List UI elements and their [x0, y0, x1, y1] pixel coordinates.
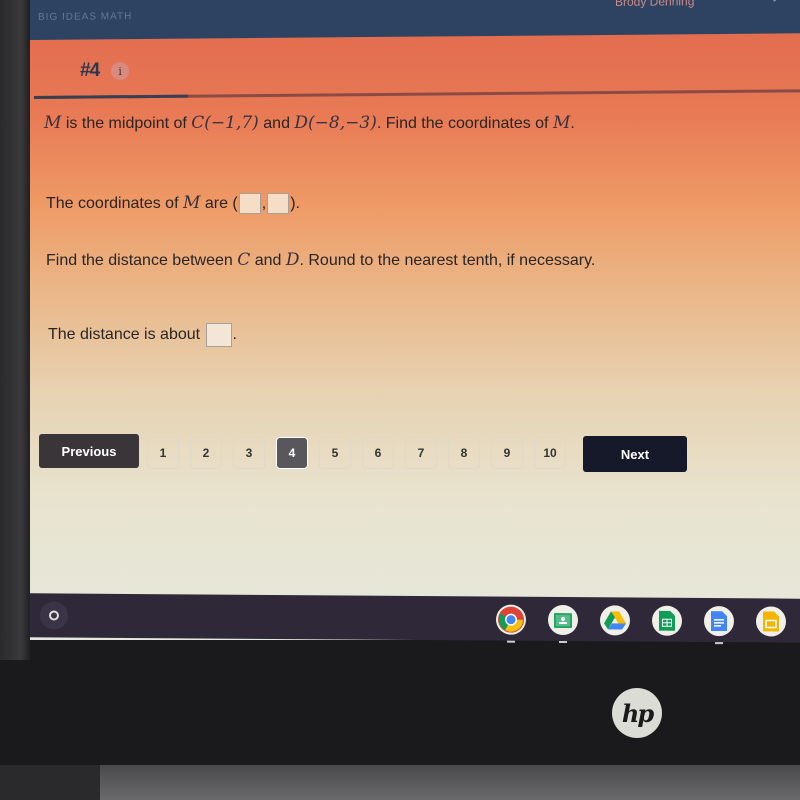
math-point-d: D(−8,−3) [294, 113, 377, 133]
running-indicator [715, 642, 723, 645]
comma-text: , [261, 195, 267, 212]
chromeos-shelf [30, 593, 800, 645]
next-button[interactable]: Next [583, 436, 687, 472]
page-button-10[interactable]: 10 [534, 437, 566, 469]
page-button-2[interactable]: 2 [190, 437, 222, 469]
progress-bar-fill [33, 94, 189, 99]
progress-bar [33, 89, 800, 99]
laptop-base-shadow [0, 765, 100, 800]
page-button-4[interactable]: 4 [276, 437, 308, 469]
running-indicator [559, 641, 567, 644]
question-prompt-midpoint: M is the midpoint of C(−1,7) and D(−8,−3… [44, 113, 575, 133]
page-button-7[interactable]: 7 [405, 437, 437, 469]
midpoint-x-input[interactable] [238, 193, 261, 215]
page-button-5[interactable]: 5 [319, 437, 351, 469]
question-number: #4 [80, 60, 100, 81]
math-var-d: D [285, 250, 300, 270]
page-button-1[interactable]: 1 [147, 437, 179, 469]
chevron-down-icon[interactable]: ⌄ [770, 0, 779, 5]
classroom-app-button[interactable] [548, 604, 578, 644]
midpoint-y-input[interactable] [267, 193, 290, 215]
math-var-m: M [182, 193, 201, 213]
user-menu[interactable]: Brody Denning [615, 0, 694, 9]
launcher-circle-icon [49, 610, 59, 621]
answer-text: The coordinates of [46, 195, 183, 212]
answer-midpoint-row: The coordinates of M are (,). [46, 193, 300, 215]
prompt-text: is the midpoint of [61, 115, 192, 132]
prompt-text: and [258, 115, 295, 132]
page-number-list: 1 2 3 4 5 6 7 8 9 10 [147, 437, 577, 469]
chrome-icon [498, 606, 524, 633]
math-var-m: M [552, 113, 571, 133]
math-var-c: C [237, 250, 251, 270]
question-header: #4 i [80, 60, 130, 82]
page-button-9[interactable]: 9 [491, 437, 523, 469]
prompt-text: . [570, 115, 575, 132]
info-icon[interactable]: i [111, 62, 130, 80]
google-drive-icon [604, 611, 626, 630]
hp-logo: hp [612, 688, 662, 738]
question-prompt-distance: Find the distance between C and D. Round… [46, 250, 595, 270]
laptop-base [0, 765, 800, 800]
prompt-text: Find the distance between [46, 252, 238, 269]
app-header: BIG IDEAS MATH Brody Denning ⌄ [30, 0, 800, 40]
answer-text: The distance is about [48, 326, 205, 344]
page-button-8[interactable]: 8 [448, 437, 480, 469]
math-point-c: C(−1,7) [191, 113, 259, 133]
page-button-6[interactable]: 6 [362, 437, 394, 469]
chrome-app-button[interactable] [496, 604, 526, 643]
google-slides-icon [763, 611, 779, 632]
answer-text: are ( [200, 195, 238, 212]
previous-button[interactable]: Previous [39, 434, 139, 468]
answer-text: ). [290, 195, 300, 212]
page-button-3[interactable]: 3 [233, 437, 265, 469]
drive-app-button[interactable] [600, 605, 630, 636]
screen: BIG IDEAS MATH Brody Denning ⌄ #4 i M is… [30, 0, 800, 640]
docs-app-button[interactable] [704, 606, 734, 645]
slides-app-button[interactable] [756, 606, 786, 637]
google-docs-icon [711, 611, 727, 632]
launcher-button[interactable] [40, 601, 68, 630]
running-indicator [507, 640, 515, 643]
prompt-text: . Find the coordinates of [376, 115, 553, 132]
answer-text: . [232, 326, 237, 344]
distance-input[interactable] [205, 323, 232, 347]
prompt-text: . Round to the nearest tenth, if necessa… [299, 252, 596, 269]
answer-distance-row: The distance is about . [48, 323, 237, 347]
sheets-app-button[interactable] [652, 605, 682, 636]
google-sheets-icon [659, 610, 675, 631]
math-var-m: M [44, 113, 62, 133]
prompt-text: and [250, 252, 286, 269]
brand-logo-text: BIG IDEAS MATH [38, 11, 133, 23]
question-pager: Previous 1 2 3 4 5 6 7 8 9 10 Next [39, 430, 687, 472]
bezel-left-edge [0, 0, 30, 660]
google-classroom-icon [554, 612, 572, 628]
